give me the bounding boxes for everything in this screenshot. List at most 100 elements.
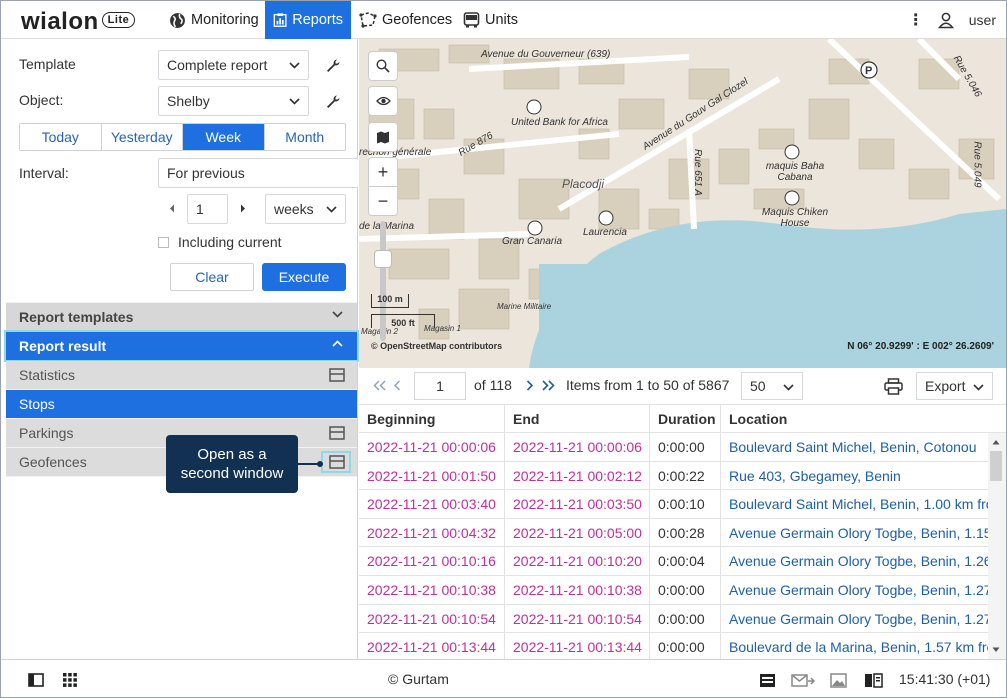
scrollbar-thumb[interactable] (990, 451, 1002, 481)
zoom-slider-handle[interactable] (375, 251, 391, 267)
map-attribution[interactable]: © OpenStreetMap contributors (371, 341, 502, 351)
table-row[interactable]: 2022-11-21 00:10:16 2022-11-21 00:10:20 0:… (359, 547, 988, 576)
cell-beginning: 2022-11-21 00:13:44 (359, 633, 505, 659)
export-select[interactable]: Export (916, 372, 993, 400)
cell-end: 2022-11-21 00:10:54 (505, 604, 650, 633)
report-icon (273, 13, 287, 27)
table-icon[interactable] (329, 426, 345, 440)
cell-beginning: 2022-11-21 00:04:32 (359, 518, 505, 547)
map-view[interactable]: P Avenue du Gouverneur (639) United Bank… (359, 39, 1006, 368)
interval-select[interactable]: For previous (158, 158, 358, 188)
map-label: Rue 651 A (691, 149, 703, 196)
wialon-logo[interactable]: wialon Lite (21, 8, 136, 36)
table-row[interactable]: 2022-11-21 00:00:06 2022-11-21 00:00:06 0:… (359, 433, 988, 462)
column-end[interactable]: End (505, 405, 650, 433)
increment-icon[interactable] (240, 204, 246, 213)
page-size-select[interactable]: 50 (741, 372, 803, 400)
first-page-icon[interactable] (373, 380, 387, 391)
map-coordinates: N 06° 20.9299' : E 002° 26.2609' (847, 341, 994, 352)
including-current-checkbox[interactable] (158, 237, 169, 248)
template-select[interactable]: Complete report (158, 50, 309, 80)
panel-toggle-icon[interactable] (28, 673, 44, 687)
scroll-down-icon[interactable] (992, 647, 1000, 653)
user-icon[interactable] (937, 11, 955, 29)
decrement-icon[interactable] (169, 204, 175, 213)
cell-location[interactable]: Boulevard de la Marina, Benin, 1.57 km f… (721, 633, 988, 659)
map-visibility-button[interactable] (369, 87, 397, 115)
prev-page-icon[interactable] (393, 380, 401, 391)
nav-reports[interactable]: Reports (265, 1, 351, 39)
messages-icon[interactable] (791, 674, 815, 687)
table-row[interactable]: 2022-11-21 00:10:38 2022-11-21 00:10:38 0:… (359, 576, 988, 605)
cell-location[interactable]: Boulevard Saint Michel, Benin, Cotonou (721, 433, 988, 461)
geofence-icon (359, 12, 377, 28)
book-icon[interactable] (864, 673, 883, 688)
notifications-icon[interactable] (759, 673, 776, 688)
table-icon[interactable] (329, 368, 345, 382)
map-label: Rue 5.049 (971, 141, 983, 188)
table-row[interactable]: 2022-11-21 00:04:32 2022-11-21 00:05:00 0:… (359, 518, 988, 548)
wrench-icon[interactable] (325, 58, 341, 74)
execute-button[interactable]: Execute (262, 263, 346, 291)
map-label: United Bank for Africa (511, 117, 608, 128)
column-duration[interactable]: Duration (650, 405, 721, 433)
period-week[interactable]: Week (183, 124, 265, 150)
search-icon (376, 59, 390, 73)
cell-end: 2022-11-21 00:02:12 (505, 461, 650, 490)
cell-location[interactable]: Avenue Germain Olory Togbe, Benin, 1.15 (721, 519, 988, 547)
table-row[interactable]: 2022-11-21 00:03:40 2022-11-21 00:03:50 0:… (359, 490, 988, 519)
page-number-input[interactable]: 1 (414, 372, 466, 400)
table-row[interactable]: 2022-11-21 00:13:44 2022-11-21 00:13:44 0:… (359, 633, 988, 659)
period-month[interactable]: Month (265, 124, 346, 150)
last-page-icon[interactable] (541, 380, 555, 391)
cell-location[interactable]: Avenue Germain Olory Togbe, Benin, 1.26 (721, 547, 988, 575)
cell-location[interactable]: Boulevard Saint Michel, Benin, 1.00 km f… (721, 490, 988, 518)
period-today[interactable]: Today (20, 124, 102, 150)
period-yesterday[interactable]: Yesterday (102, 124, 183, 150)
map-search-button[interactable] (369, 52, 397, 80)
map-label: Laurencia (583, 227, 627, 238)
zoom-out-button[interactable]: − (369, 187, 397, 215)
cell-duration: 0:00:10 (650, 490, 721, 519)
nav-units[interactable]: Units (455, 1, 526, 39)
print-icon[interactable] (884, 378, 903, 395)
cell-location[interactable]: Avenue Germain Olory Togbe, Benin, 1.27 (721, 576, 988, 604)
result-item-stops[interactable]: Stops (6, 390, 357, 418)
cell-end: 2022-11-21 00:10:38 (505, 576, 650, 604)
report-templates-header[interactable]: Report templates (6, 303, 357, 331)
result-item-statistics[interactable]: Statistics (6, 361, 357, 389)
interval-count-input[interactable]: 1 (187, 194, 228, 224)
more-menu-icon[interactable]: ⋮ (908, 10, 924, 30)
table-scrollbar[interactable] (988, 433, 1006, 659)
cell-end: 2022-11-21 00:00:06 (505, 433, 650, 461)
wrench-icon[interactable] (325, 94, 341, 110)
image-icon[interactable] (830, 673, 847, 688)
table-row[interactable]: 2022-11-21 00:01:50 2022-11-21 00:02:12 0:… (359, 461, 988, 491)
clear-button[interactable]: Clear (170, 263, 254, 291)
table-icon[interactable] (329, 455, 345, 469)
map-label: de la Marina (359, 221, 415, 232)
nav-monitoring[interactable]: Monitoring (161, 1, 267, 39)
map-layers-button[interactable] (369, 123, 397, 151)
report-result-header[interactable]: Report result (4, 330, 359, 362)
object-select[interactable]: Shelby (158, 86, 309, 116)
column-beginning[interactable]: Beginning (359, 405, 505, 433)
column-location[interactable]: Location (721, 405, 1006, 433)
table-row[interactable]: 2022-11-21 00:10:54 2022-11-21 00:10:54 0:… (359, 604, 988, 634)
table-toolbar: 1 of 118 Items from 1 to 50 of 5867 50 E… (359, 368, 1006, 404)
scroll-up-icon[interactable] (992, 439, 1000, 445)
chevron-down-icon (289, 61, 300, 69)
cell-location[interactable]: Rue 403, Gbegamey, Benin (721, 462, 988, 490)
interval-unit-value: weeks (274, 201, 314, 217)
apps-grid-icon[interactable] (63, 673, 77, 687)
nav-geofences[interactable]: Geofences (351, 1, 460, 39)
cell-end: 2022-11-21 00:13:44 (505, 633, 650, 659)
cell-location[interactable]: Avenue Germain Olory Togbe, Benin, 1.27 (721, 605, 988, 633)
map-label: Gran Canaria (502, 236, 563, 247)
chevron-down-icon (332, 311, 343, 318)
scale-imperial: 500 ft (371, 314, 435, 328)
next-page-icon[interactable] (526, 380, 534, 391)
zoom-in-button[interactable]: + (369, 158, 397, 186)
user-name[interactable]: user (969, 12, 996, 28)
interval-unit-select[interactable]: weeks (265, 194, 346, 224)
